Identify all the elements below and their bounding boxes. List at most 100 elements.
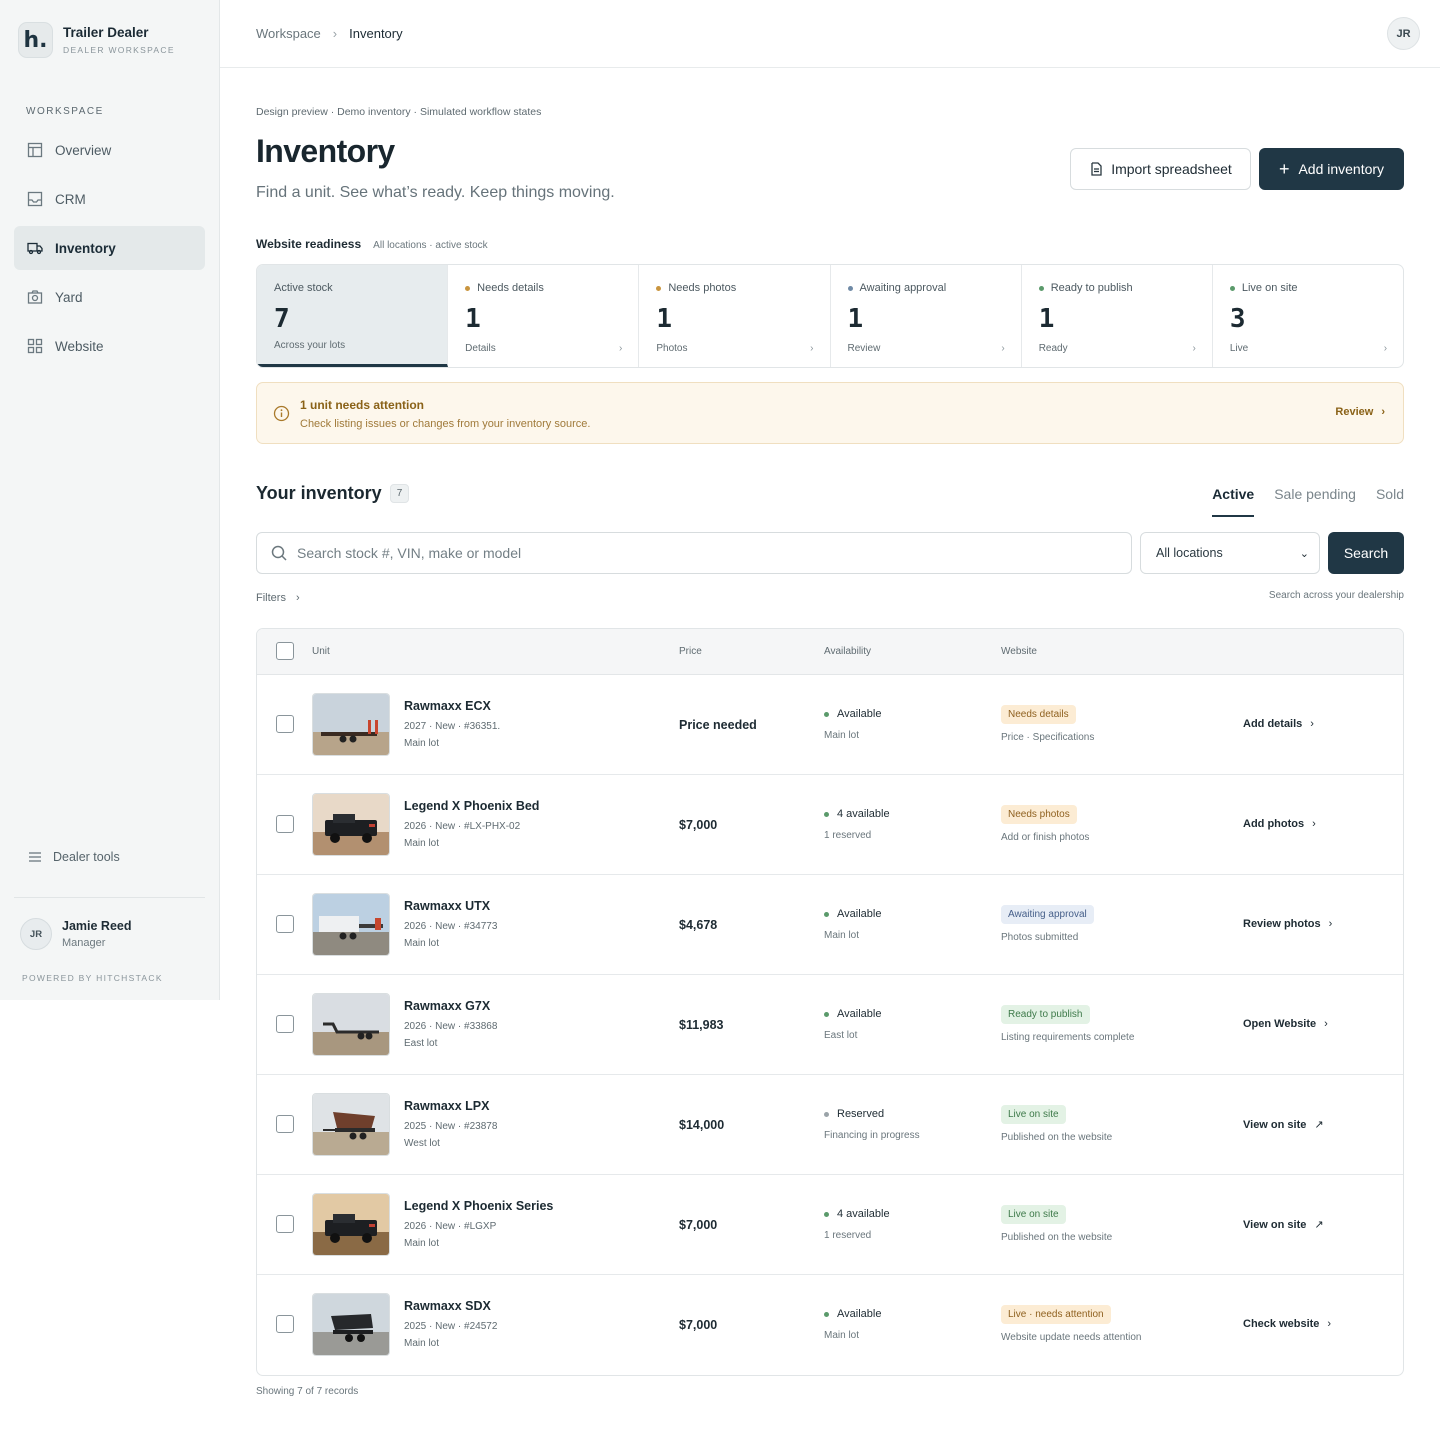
availability-status: Available [824,908,881,920]
unit-price: Price needed [679,718,757,732]
brand-subtitle: DEALER WORKSPACE [63,45,175,55]
file-icon [1091,162,1102,176]
unit-thumbnail[interactable] [312,1293,390,1356]
chevron-right-icon: › [1001,343,1005,354]
unit-meta: 2026 · New · #LX-PHX-02 [404,821,521,832]
breadcrumb-workspace[interactable]: Workspace [256,26,321,41]
chevron-right-icon: › [1310,718,1314,730]
tab-sold[interactable]: Sold [1376,486,1404,517]
tab-sale-pending[interactable]: Sale pending [1274,486,1356,517]
dealer-tools-label: Dealer tools [53,850,120,864]
unit-thumbnail[interactable] [312,1093,390,1156]
chevron-right-icon: › [619,343,623,354]
status-dot [656,285,662,291]
status-dot [824,1211,829,1217]
sidebar-item-crm[interactable]: CRM [14,177,205,221]
readiness-heading: Website readiness All locations · active… [256,237,488,251]
table-row[interactable]: Legend X Phoenix Bed 2026 · New · #LX-PH… [257,775,1403,875]
stat-card-needs-details[interactable]: Needs details 1 Details › [448,265,640,367]
website-sub: Photos submitted [1001,932,1079,943]
tab-active[interactable]: Active [1212,486,1255,517]
select-all-checkbox[interactable] [276,642,294,660]
unit-name[interactable]: Rawmaxx ECX [404,699,491,713]
sidebar-item-inventory[interactable]: Inventory [14,226,205,270]
availability-label: 4 available [837,1208,890,1220]
row-action-label: Review photos [1243,918,1321,930]
row-checkbox[interactable] [276,1015,294,1033]
stat-card-active-stock[interactable]: Active stock 7 Across your lots [257,265,449,367]
status-dot [824,1011,829,1017]
unit-name[interactable]: Rawmaxx LPX [404,1099,489,1113]
table-row[interactable]: Rawmaxx SDX 2025 · New · #24572 Main lot… [257,1275,1403,1375]
row-action-button[interactable]: View on site ↗ [1243,1118,1324,1132]
row-checkbox[interactable] [276,1215,294,1233]
unit-lot: Main lot [404,738,440,749]
add-inventory-button[interactable]: + Add inventory [1259,148,1404,190]
row-action-button[interactable]: Add photos › [1243,818,1316,830]
sidebar-item-label: Yard [55,289,83,305]
table-row[interactable]: Rawmaxx G7X 2026 · New · #33868 East lot… [257,975,1403,1075]
unit-name[interactable]: Legend X Phoenix Series [404,1199,553,1213]
stat-card-needs-photos[interactable]: Needs photos 1 Photos › [639,265,831,367]
user-profile[interactable]: JR Jamie Reed Manager [20,918,131,950]
row-checkbox[interactable] [276,915,294,933]
row-checkbox[interactable] [276,1315,294,1333]
location-select[interactable]: All locations ⌄ [1140,532,1320,574]
table-row[interactable]: Rawmaxx UTX 2026 · New · #34773 Main lot… [257,875,1403,975]
location-value: All locations [1156,546,1223,560]
availability-sub: Main lot [824,930,860,941]
row-action-button[interactable]: Add details › [1243,718,1314,730]
availability-sub: Financing in progress [824,1130,920,1141]
table-row[interactable]: Rawmaxx LPX 2025 · New · #23878 West lot… [257,1075,1403,1175]
unit-name[interactable]: Rawmaxx UTX [404,899,490,913]
row-checkbox[interactable] [276,815,294,833]
search-button[interactable]: Search [1328,532,1404,574]
stat-card-awaiting-approval[interactable]: Awaiting approval 1 Review › [831,265,1022,367]
trailer-photo [313,1094,389,1155]
import-spreadsheet-button[interactable]: Import spreadsheet [1070,148,1251,190]
filters-toggle[interactable]: Filters › [256,592,300,604]
readiness-label: Website readiness [256,237,362,251]
breadcrumb: Workspace › Inventory [256,26,403,41]
chevron-right-icon: › [1327,1318,1332,1330]
unit-meta: 2027 · New · #36351. [404,721,501,732]
sidebar-item-website[interactable]: Website [14,324,205,368]
unit-name[interactable]: Rawmaxx G7X [404,999,490,1013]
row-action-button[interactable]: Open Website › [1243,1018,1328,1030]
sidebar-item-yard[interactable]: Yard [14,275,205,319]
table-body: Rawmaxx ECX 2027 · New · #36351. Main lo… [257,675,1403,1375]
row-action-button[interactable]: View on site ↗ [1243,1218,1324,1232]
sidebar-item-overview[interactable]: Overview [14,128,205,172]
row-action-button[interactable]: Check website › [1243,1318,1331,1330]
stat-card-ready-to-publish[interactable]: Ready to publish 1 Ready › [1022,265,1213,367]
row-action-label: View on site [1243,1218,1307,1231]
alert-review-button[interactable]: Review › [1335,406,1385,418]
unit-thumbnail[interactable] [312,693,390,756]
unit-thumbnail[interactable] [312,1193,390,1256]
brand[interactable]: h. Trailer Dealer DEALER WORKSPACE [18,22,175,58]
row-checkbox[interactable] [276,715,294,733]
unit-name[interactable]: Legend X Phoenix Bed [404,799,539,813]
dealer-tools-button[interactable]: Dealer tools [28,850,120,864]
stat-label-text: Needs photos [668,282,737,294]
table-row[interactable]: Legend X Phoenix Series 2026 · New · #LG… [257,1175,1403,1275]
search-input[interactable] [297,545,1077,561]
stat-card-live-on-site[interactable]: Live on site 3 Live › [1213,265,1403,367]
stat-foot: Ready [1038,343,1068,354]
unit-name[interactable]: Rawmaxx SDX [404,1299,491,1313]
info-icon [273,405,290,422]
availability-status: Reserved [824,1108,884,1120]
stat-label-text: Active stock [274,282,333,294]
row-action-button[interactable]: Review photos › [1243,918,1332,930]
unit-thumbnail[interactable] [312,893,390,956]
top-avatar[interactable]: JR [1387,17,1420,50]
availability-sub: 1 reserved [824,1230,872,1241]
inventory-count-badge: 7 [389,484,410,503]
table-row[interactable]: Rawmaxx ECX 2027 · New · #36351. Main lo… [257,675,1403,775]
unit-thumbnail[interactable] [312,993,390,1056]
row-action-label: View on site [1243,1118,1307,1131]
unit-thumbnail[interactable] [312,793,390,856]
row-checkbox[interactable] [276,1115,294,1133]
unit-meta: 2026 · New · #33868 [404,1021,498,1032]
website-sub: Listing requirements complete [1001,1032,1135,1043]
